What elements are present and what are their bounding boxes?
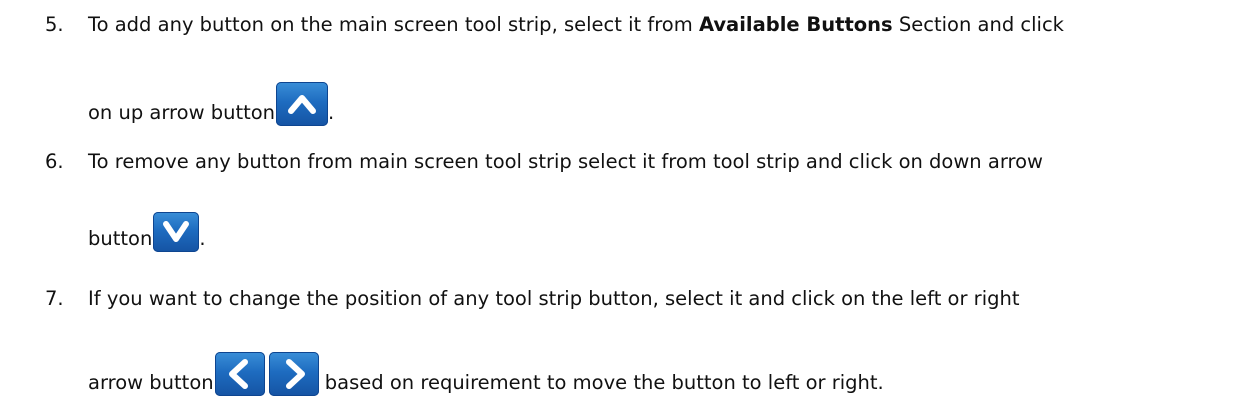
step-text-line2: on up arrow button. [88, 82, 334, 126]
step-text-line2: button. [88, 212, 206, 252]
step-text: arrow button [88, 371, 214, 394]
step-text-line1: To remove any button from main screen to… [88, 150, 1043, 173]
instruction-document: 5. To add any button on the main screen … [0, 0, 1243, 418]
step-number: 7. [45, 287, 64, 310]
step-text: Section and click [892, 13, 1064, 36]
step-number: 5. [45, 13, 64, 36]
step-text-line1: If you want to change the position of an… [88, 287, 1020, 310]
step-text: based on requirement to move the button … [318, 371, 884, 394]
right-arrow-icon [268, 352, 319, 396]
step-text: . [328, 101, 335, 124]
left-arrow-icon [214, 352, 265, 396]
step-text-line1: To add any button on the main screen too… [88, 12, 1064, 38]
step-text: To add any button on the main screen too… [88, 13, 699, 36]
down-arrow-icon [153, 212, 200, 252]
step-text: on up arrow button [88, 101, 276, 124]
step-text: . [199, 227, 206, 250]
bold-section-name: Available Buttons [698, 13, 893, 36]
step-number: 6. [45, 150, 64, 173]
step-text: button [88, 227, 153, 250]
step-text-line2: arrow button based on requirement to mov… [88, 352, 884, 396]
up-arrow-icon [276, 82, 329, 126]
